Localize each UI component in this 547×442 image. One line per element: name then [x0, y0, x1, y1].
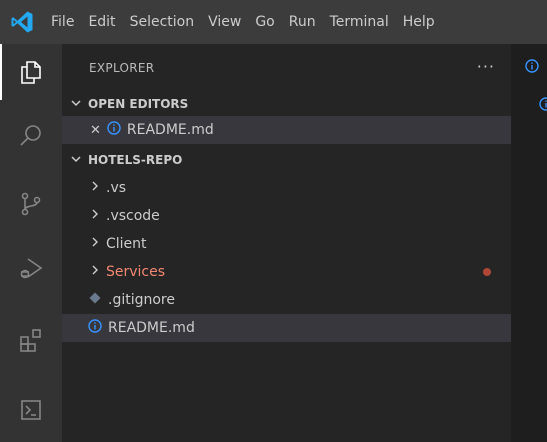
explorer-title: EXPLORER [89, 61, 155, 75]
tree-item-gitignore[interactable]: .gitignore [62, 286, 511, 314]
git-diamond-icon [88, 291, 102, 309]
menu-terminal[interactable]: Terminal [323, 0, 396, 44]
open-editor-label: README.md [126, 122, 214, 138]
editor-area [511, 44, 547, 442]
chevron-right-icon [90, 208, 100, 224]
extensions-icon[interactable] [0, 312, 62, 368]
activity-bar [0, 44, 62, 442]
menu-view[interactable]: View [201, 0, 248, 44]
menu-help[interactable]: Help [396, 0, 442, 44]
info-icon [539, 96, 547, 115]
tree-item-services[interactable]: Services [62, 258, 511, 286]
menu-file[interactable]: File [44, 0, 81, 44]
tree-item-label: .vscode [106, 208, 160, 224]
repo-title: HOTELS-REPO [88, 153, 183, 167]
close-icon[interactable]: ✕ [90, 123, 101, 138]
tree-item-vs[interactable]: .vs [62, 174, 511, 202]
menu-edit[interactable]: Edit [81, 0, 122, 44]
vscode-logo-icon [0, 0, 44, 44]
modified-dot-icon [483, 268, 491, 276]
info-icon [107, 121, 121, 139]
info-icon [88, 319, 102, 337]
tree-item-vscode[interactable]: .vscode [62, 202, 511, 230]
explorer-header: EXPLORER [62, 44, 511, 92]
chevron-right-icon [90, 236, 100, 252]
tree-item-label: Services [106, 264, 166, 280]
search-icon[interactable] [0, 108, 62, 164]
chevron-right-icon [90, 180, 100, 196]
more-actions-button[interactable]: ··· [477, 57, 495, 76]
open-editor-item[interactable]: ✕ README.md [62, 116, 511, 144]
source-control-icon[interactable] [0, 176, 62, 232]
tree-item-readme[interactable]: README.md [62, 314, 511, 342]
chevron-down-icon [70, 153, 84, 168]
chevron-down-icon [70, 97, 84, 112]
repo-header[interactable]: HOTELS-REPO [62, 148, 511, 172]
run-debug-icon[interactable] [0, 240, 62, 296]
tree-item-label: .gitignore [108, 292, 175, 308]
menu-go[interactable]: Go [248, 0, 281, 44]
tree-item-label: README.md [108, 320, 195, 336]
menu-run[interactable]: Run [282, 0, 323, 44]
terminal-icon[interactable] [0, 382, 62, 438]
info-icon [525, 58, 539, 77]
tree-item-client[interactable]: Client [62, 230, 511, 258]
chevron-right-icon [90, 264, 100, 280]
menu-selection[interactable]: Selection [123, 0, 202, 44]
menu-bar: File Edit Selection View Go Run Terminal… [0, 0, 547, 44]
explorer-icon[interactable] [0, 44, 62, 100]
open-editors-header[interactable]: OPEN EDITORS [62, 92, 511, 116]
tree-item-label: Client [106, 236, 147, 252]
tree-item-label: .vs [106, 180, 127, 196]
explorer-sidebar: EXPLORER ··· OPEN EDITORS ✕ README.md HO… [62, 44, 511, 442]
open-editors-title: OPEN EDITORS [88, 97, 189, 111]
